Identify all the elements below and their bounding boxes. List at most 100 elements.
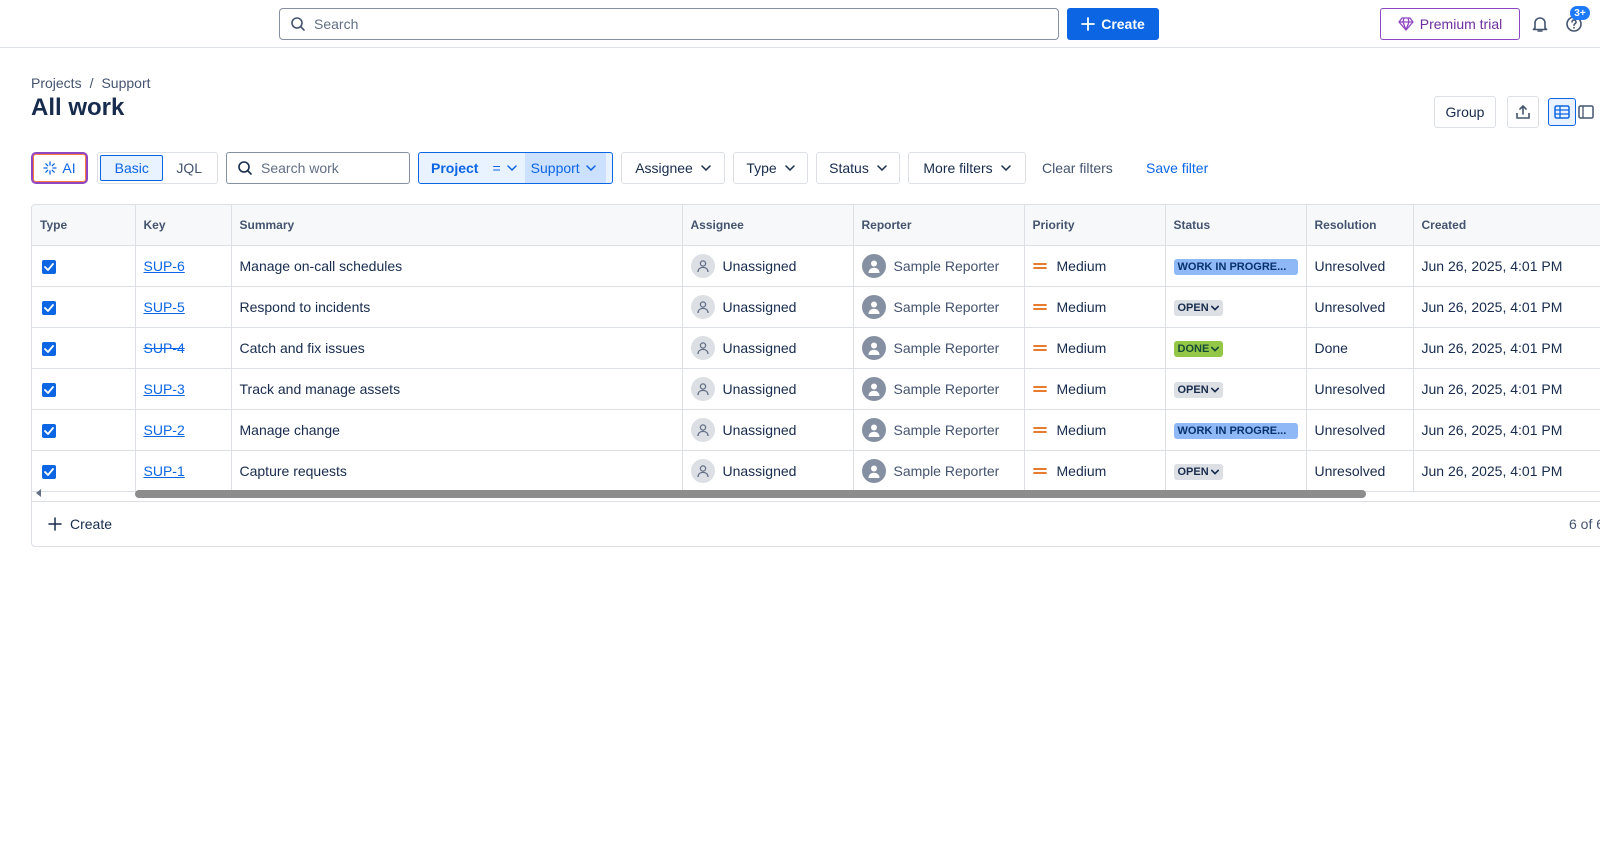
- more-filters-button[interactable]: More filters: [908, 152, 1026, 184]
- status-badge[interactable]: DONE: [1173, 340, 1224, 357]
- created-cell: Jun 26, 2025, 4:01 PM: [1413, 450, 1600, 492]
- status-cell[interactable]: OPEN: [1165, 450, 1307, 492]
- status-badge[interactable]: WORK IN PROGRE...: [1173, 422, 1298, 439]
- column-header-type[interactable]: Type: [32, 205, 136, 246]
- column-header-reporter[interactable]: Reporter: [853, 205, 1025, 246]
- status-filter[interactable]: Status: [816, 152, 900, 184]
- assignee-cell[interactable]: Unassigned: [682, 245, 854, 287]
- status-badge[interactable]: WORK IN PROGRE...: [1173, 258, 1298, 275]
- clear-filters-link[interactable]: Clear filters: [1042, 160, 1113, 176]
- status-cell[interactable]: WORK IN PROGRE...: [1165, 245, 1307, 287]
- priority-cell[interactable]: Medium: [1024, 368, 1166, 410]
- table-header-row: Type Key Summary Assignee Reporter Prior…: [32, 205, 1600, 246]
- assignee-cell[interactable]: Unassigned: [682, 327, 854, 369]
- summary-cell[interactable]: Manage on-call schedules: [231, 245, 683, 287]
- notifications-button[interactable]: [1528, 12, 1552, 36]
- reporter-cell[interactable]: Sample Reporter: [853, 327, 1025, 369]
- resolution-cell: Unresolved: [1306, 368, 1414, 410]
- table-row[interactable]: SUP-5 Respond to incidents Unassigned Sampl…: [32, 286, 1600, 328]
- breadcrumb-support[interactable]: Support: [101, 75, 150, 91]
- summary-cell[interactable]: Catch and fix issues: [231, 327, 683, 369]
- issue-key-link[interactable]: SUP-5: [144, 299, 185, 315]
- table-row[interactable]: SUP-6 Manage on-call schedules Unassigned S…: [32, 245, 1600, 287]
- status-cell[interactable]: OPEN: [1165, 368, 1307, 410]
- table-row[interactable]: SUP-2 Manage change Unassigned Sample Repor…: [32, 409, 1600, 451]
- assignee-cell[interactable]: Unassigned: [682, 450, 854, 492]
- status-badge[interactable]: OPEN: [1173, 463, 1223, 480]
- assignee-filter[interactable]: Assignee: [621, 152, 725, 184]
- column-header-created[interactable]: Created: [1413, 205, 1600, 246]
- reporter-cell[interactable]: Sample Reporter: [853, 286, 1025, 328]
- chevron-down-icon: [784, 165, 795, 171]
- breadcrumb-separator: /: [89, 75, 94, 91]
- type-filter[interactable]: Type: [733, 152, 808, 184]
- global-search[interactable]: [279, 8, 1059, 40]
- status-badge[interactable]: OPEN: [1173, 299, 1223, 316]
- create-button[interactable]: Create: [1067, 8, 1159, 40]
- priority-cell[interactable]: Medium: [1024, 409, 1166, 451]
- scrollbar-thumb[interactable]: [135, 490, 1366, 498]
- project-filter-value[interactable]: Support: [524, 153, 606, 183]
- status-cell[interactable]: OPEN: [1165, 286, 1307, 328]
- chevron-down-icon: [1210, 469, 1219, 475]
- assignee-cell[interactable]: Unassigned: [682, 368, 854, 410]
- result-count: 6 of 6: [1569, 516, 1600, 532]
- summary-cell[interactable]: Track and manage assets: [231, 368, 683, 410]
- issue-key-link[interactable]: SUP-2: [144, 422, 185, 438]
- summary-cell[interactable]: Capture requests: [231, 450, 683, 492]
- breadcrumb-projects[interactable]: Projects: [31, 75, 82, 91]
- summary-cell[interactable]: Respond to incidents: [231, 286, 683, 328]
- premium-trial-button[interactable]: Premium trial: [1380, 8, 1520, 40]
- issue-key-link[interactable]: SUP-6: [144, 258, 185, 274]
- inline-create-button[interactable]: Create: [48, 516, 112, 532]
- list-view-button[interactable]: [1548, 98, 1576, 126]
- issue-key-link[interactable]: SUP-4: [144, 340, 185, 356]
- chevron-down-icon: [1210, 305, 1219, 311]
- ai-filter-button[interactable]: AI: [31, 152, 88, 184]
- priority-cell[interactable]: Medium: [1024, 450, 1166, 492]
- column-header-priority[interactable]: Priority: [1024, 205, 1166, 246]
- reporter-cell[interactable]: Sample Reporter: [853, 409, 1025, 451]
- group-button[interactable]: Group: [1434, 96, 1496, 128]
- column-header-summary[interactable]: Summary: [231, 205, 683, 246]
- reporter-cell[interactable]: Sample Reporter: [853, 450, 1025, 492]
- global-search-input[interactable]: [314, 16, 1014, 32]
- column-header-status[interactable]: Status: [1165, 205, 1307, 246]
- work-search[interactable]: [226, 152, 410, 184]
- reporter-name: Sample Reporter: [893, 462, 1000, 479]
- table-row[interactable]: SUP-1 Capture requests Unassigned Sample Re…: [32, 450, 1600, 492]
- assignee-cell[interactable]: Unassigned: [682, 286, 854, 328]
- project-filter[interactable]: Project = Support: [418, 152, 613, 184]
- scroll-left-arrow[interactable]: [36, 489, 41, 497]
- save-filter-link[interactable]: Save filter: [1146, 160, 1208, 176]
- work-search-input[interactable]: [261, 160, 401, 176]
- column-header-key[interactable]: Key: [135, 205, 232, 246]
- issue-key-link[interactable]: SUP-3: [144, 381, 185, 397]
- column-header-resolution[interactable]: Resolution: [1306, 205, 1414, 246]
- status-badge[interactable]: OPEN: [1173, 381, 1223, 398]
- created-cell: Jun 26, 2025, 4:01 PM: [1413, 286, 1600, 328]
- summary-cell[interactable]: Manage change: [231, 409, 683, 451]
- priority-cell[interactable]: Medium: [1024, 327, 1166, 369]
- list-view-icon: [1554, 105, 1570, 119]
- status-cell[interactable]: WORK IN PROGRE...: [1165, 409, 1307, 451]
- assignee-cell[interactable]: Unassigned: [682, 409, 854, 451]
- project-filter-operator[interactable]: =: [492, 160, 517, 176]
- priority-label: Medium: [1056, 257, 1107, 274]
- resolution-cell: Unresolved: [1306, 450, 1414, 492]
- table-row[interactable]: SUP-3 Track and manage assets Unassigned Sa…: [32, 368, 1600, 410]
- chevron-down-icon: [1210, 387, 1219, 393]
- column-header-assignee[interactable]: Assignee: [682, 205, 854, 246]
- export-button[interactable]: [1507, 96, 1539, 128]
- reporter-cell[interactable]: Sample Reporter: [853, 245, 1025, 287]
- priority-cell[interactable]: Medium: [1024, 245, 1166, 287]
- jql-mode-tab[interactable]: JQL: [163, 155, 215, 181]
- reporter-cell[interactable]: Sample Reporter: [853, 368, 1025, 410]
- table-row[interactable]: SUP-4 Catch and fix issues Unassigned Sampl…: [32, 327, 1600, 369]
- basic-mode-tab[interactable]: Basic: [100, 155, 164, 181]
- issue-key-link[interactable]: SUP-1: [144, 463, 185, 479]
- detail-view-button[interactable]: [1578, 98, 1600, 126]
- horizontal-scrollbar[interactable]: [32, 487, 1600, 499]
- priority-cell[interactable]: Medium: [1024, 286, 1166, 328]
- status-cell[interactable]: DONE: [1165, 327, 1307, 369]
